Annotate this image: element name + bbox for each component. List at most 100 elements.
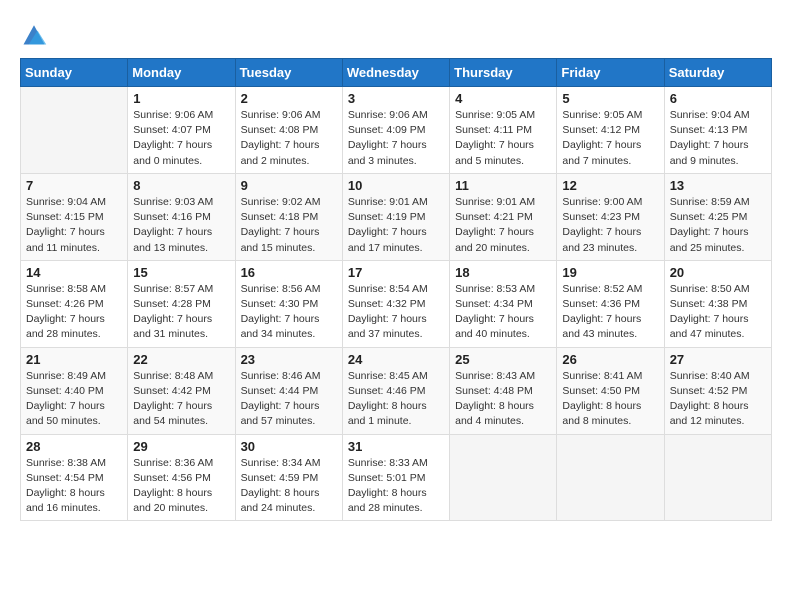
day-number: 2 — [241, 91, 337, 106]
calendar-cell: 28 Sunrise: 8:38 AMSunset: 4:54 PMDayligh… — [21, 434, 128, 521]
calendar-cell: 7 Sunrise: 9:04 AMSunset: 4:15 PMDaylight… — [21, 173, 128, 260]
calendar-cell: 15 Sunrise: 8:57 AMSunset: 4:28 PMDayligh… — [128, 260, 235, 347]
calendar-cell: 5 Sunrise: 9:05 AMSunset: 4:12 PMDaylight… — [557, 87, 664, 174]
calendar-cell: 23 Sunrise: 8:46 AMSunset: 4:44 PMDayligh… — [235, 347, 342, 434]
calendar-table: SundayMondayTuesdayWednesdayThursdayFrid… — [20, 58, 772, 521]
day-number: 11 — [455, 178, 551, 193]
day-number: 17 — [348, 265, 444, 280]
day-info: Sunrise: 9:06 AMSunset: 4:08 PMDaylight:… — [241, 108, 337, 169]
day-info: Sunrise: 8:41 AMSunset: 4:50 PMDaylight:… — [562, 369, 658, 430]
day-number: 21 — [26, 352, 122, 367]
day-number: 4 — [455, 91, 551, 106]
day-info: Sunrise: 8:57 AMSunset: 4:28 PMDaylight:… — [133, 282, 229, 343]
calendar-week-row: 7 Sunrise: 9:04 AMSunset: 4:15 PMDaylight… — [21, 173, 772, 260]
day-info: Sunrise: 9:04 AMSunset: 4:13 PMDaylight:… — [670, 108, 766, 169]
calendar-cell: 4Sunrise: 9:05 AMSunset: 4:11 PMDaylight… — [450, 87, 557, 174]
day-info: Sunrise: 8:38 AMSunset: 4:54 PMDaylight:… — [26, 456, 122, 517]
day-number: 24 — [348, 352, 444, 367]
day-number: 29 — [133, 439, 229, 454]
day-number: 9 — [241, 178, 337, 193]
calendar-cell — [21, 87, 128, 174]
day-info: Sunrise: 9:06 AMSunset: 4:07 PMDaylight:… — [133, 108, 229, 169]
day-number: 25 — [455, 352, 551, 367]
weekday-header: Wednesday — [342, 59, 449, 87]
day-info: Sunrise: 8:52 AMSunset: 4:36 PMDaylight:… — [562, 282, 658, 343]
day-number: 22 — [133, 352, 229, 367]
day-info: Sunrise: 8:59 AMSunset: 4:25 PMDaylight:… — [670, 195, 766, 256]
calendar-cell: 20 Sunrise: 8:50 AMSunset: 4:38 PMDayligh… — [664, 260, 771, 347]
day-info: Sunrise: 8:50 AMSunset: 4:38 PMDaylight:… — [670, 282, 766, 343]
calendar-cell: 22 Sunrise: 8:48 AMSunset: 4:42 PMDayligh… — [128, 347, 235, 434]
day-info: Sunrise: 8:43 AMSunset: 4:48 PMDaylight:… — [455, 369, 551, 430]
calendar-cell: 19 Sunrise: 8:52 AMSunset: 4:36 PMDayligh… — [557, 260, 664, 347]
calendar-cell — [450, 434, 557, 521]
day-number: 3 — [348, 91, 444, 106]
calendar-cell: 25 Sunrise: 8:43 AMSunset: 4:48 PMDayligh… — [450, 347, 557, 434]
day-number: 28 — [26, 439, 122, 454]
day-number: 13 — [670, 178, 766, 193]
day-number: 30 — [241, 439, 337, 454]
calendar-cell: 26Sunrise: 8:41 AMSunset: 4:50 PMDayligh… — [557, 347, 664, 434]
day-number: 16 — [241, 265, 337, 280]
calendar-cell: 8 Sunrise: 9:03 AMSunset: 4:16 PMDaylight… — [128, 173, 235, 260]
day-info: Sunrise: 8:40 AMSunset: 4:52 PMDaylight:… — [670, 369, 766, 430]
day-info: Sunrise: 8:45 AMSunset: 4:46 PMDaylight:… — [348, 369, 444, 430]
weekday-header: Sunday — [21, 59, 128, 87]
day-info: Sunrise: 8:36 AMSunset: 4:56 PMDaylight:… — [133, 456, 229, 517]
day-number: 19 — [562, 265, 658, 280]
day-info: Sunrise: 8:49 AMSunset: 4:40 PMDaylight:… — [26, 369, 122, 430]
calendar-cell: 9Sunrise: 9:02 AMSunset: 4:18 PMDaylight… — [235, 173, 342, 260]
calendar-cell: 27 Sunrise: 8:40 AMSunset: 4:52 PMDayligh… — [664, 347, 771, 434]
calendar-cell: 2 Sunrise: 9:06 AMSunset: 4:08 PMDaylight… — [235, 87, 342, 174]
day-number: 10 — [348, 178, 444, 193]
day-number: 27 — [670, 352, 766, 367]
day-info: Sunrise: 8:46 AMSunset: 4:44 PMDaylight:… — [241, 369, 337, 430]
day-info: Sunrise: 8:58 AMSunset: 4:26 PMDaylight:… — [26, 282, 122, 343]
day-number: 6 — [670, 91, 766, 106]
logo-icon — [20, 20, 48, 48]
day-number: 12 — [562, 178, 658, 193]
calendar-cell: 14 Sunrise: 8:58 AMSunset: 4:26 PMDayligh… — [21, 260, 128, 347]
page-header — [20, 20, 772, 48]
day-number: 5 — [562, 91, 658, 106]
day-info: Sunrise: 8:48 AMSunset: 4:42 PMDaylight:… — [133, 369, 229, 430]
weekday-header: Tuesday — [235, 59, 342, 87]
calendar-week-row: 21 Sunrise: 8:49 AMSunset: 4:40 PMDayligh… — [21, 347, 772, 434]
calendar-cell: 12 Sunrise: 9:00 AMSunset: 4:23 PMDayligh… — [557, 173, 664, 260]
weekday-header: Thursday — [450, 59, 557, 87]
calendar-cell: 13 Sunrise: 8:59 AMSunset: 4:25 PMDayligh… — [664, 173, 771, 260]
day-info: Sunrise: 9:00 AMSunset: 4:23 PMDaylight:… — [562, 195, 658, 256]
day-number: 31 — [348, 439, 444, 454]
calendar-cell: 16Sunrise: 8:56 AMSunset: 4:30 PMDayligh… — [235, 260, 342, 347]
day-number: 15 — [133, 265, 229, 280]
day-info: Sunrise: 9:04 AMSunset: 4:15 PMDaylight:… — [26, 195, 122, 256]
calendar-body: 1Sunrise: 9:06 AMSunset: 4:07 PMDaylight… — [21, 87, 772, 521]
day-number: 7 — [26, 178, 122, 193]
calendar-cell: 6 Sunrise: 9:04 AMSunset: 4:13 PMDaylight… — [664, 87, 771, 174]
calendar-cell — [557, 434, 664, 521]
day-info: Sunrise: 9:03 AMSunset: 4:16 PMDaylight:… — [133, 195, 229, 256]
calendar-cell: 11Sunrise: 9:01 AMSunset: 4:21 PMDayligh… — [450, 173, 557, 260]
day-info: Sunrise: 8:53 AMSunset: 4:34 PMDaylight:… — [455, 282, 551, 343]
day-info: Sunrise: 9:01 AMSunset: 4:19 PMDaylight:… — [348, 195, 444, 256]
day-number: 23 — [241, 352, 337, 367]
weekday-header: Monday — [128, 59, 235, 87]
calendar-cell: 3 Sunrise: 9:06 AMSunset: 4:09 PMDaylight… — [342, 87, 449, 174]
day-number: 18 — [455, 265, 551, 280]
day-info: Sunrise: 8:34 AMSunset: 4:59 PMDaylight:… — [241, 456, 337, 517]
day-info: Sunrise: 9:05 AMSunset: 4:12 PMDaylight:… — [562, 108, 658, 169]
calendar-header: SundayMondayTuesdayWednesdayThursdayFrid… — [21, 59, 772, 87]
weekday-header: Saturday — [664, 59, 771, 87]
calendar-week-row: 14 Sunrise: 8:58 AMSunset: 4:26 PMDayligh… — [21, 260, 772, 347]
calendar-cell: 1Sunrise: 9:06 AMSunset: 4:07 PMDaylight… — [128, 87, 235, 174]
day-number: 14 — [26, 265, 122, 280]
calendar-cell: 17 Sunrise: 8:54 AMSunset: 4:32 PMDayligh… — [342, 260, 449, 347]
day-number: 8 — [133, 178, 229, 193]
calendar-cell: 24 Sunrise: 8:45 AMSunset: 4:46 PMDayligh… — [342, 347, 449, 434]
calendar-cell: 29 Sunrise: 8:36 AMSunset: 4:56 PMDayligh… — [128, 434, 235, 521]
day-info: Sunrise: 9:06 AMSunset: 4:09 PMDaylight:… — [348, 108, 444, 169]
calendar-cell: 30 Sunrise: 8:34 AMSunset: 4:59 PMDayligh… — [235, 434, 342, 521]
day-info: Sunrise: 8:54 AMSunset: 4:32 PMDaylight:… — [348, 282, 444, 343]
day-number: 20 — [670, 265, 766, 280]
calendar-cell: 21 Sunrise: 8:49 AMSunset: 4:40 PMDayligh… — [21, 347, 128, 434]
